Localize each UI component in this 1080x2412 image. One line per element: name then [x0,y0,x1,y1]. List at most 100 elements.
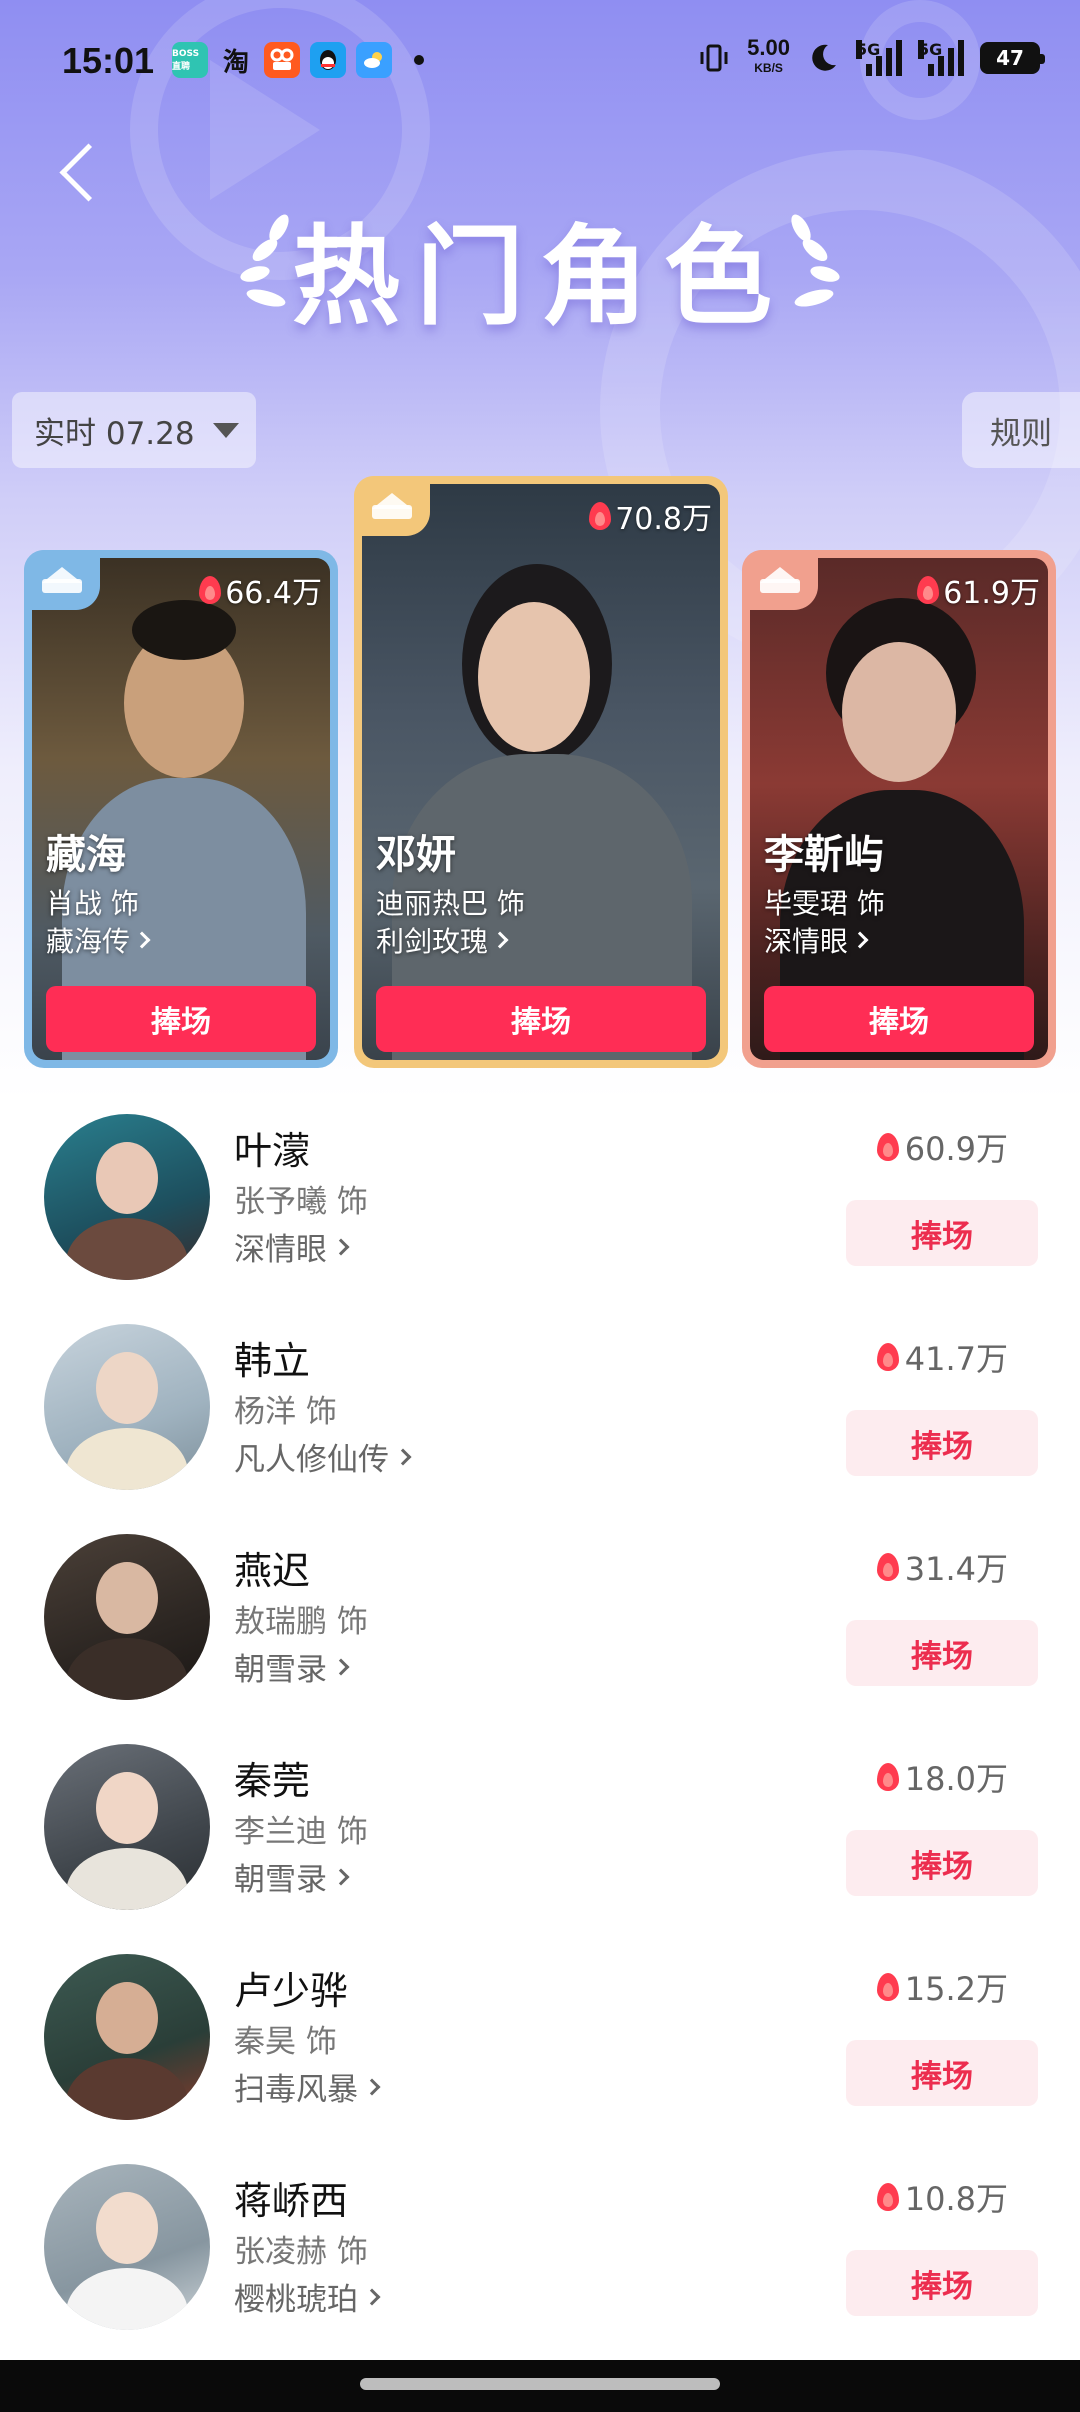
show-link[interactable]: 凡人修仙传 [234,1434,412,1479]
character-name: 燕迟 [234,1549,311,1593]
show-link[interactable]: 樱桃琥珀 [234,2274,381,2319]
character-photo [32,558,330,1060]
flame-icon [876,2183,899,2211]
show-link[interactable]: 朝雪录 [234,1644,350,1689]
heat-count: 15.2万 [876,1964,1008,2010]
chevron-right-icon [363,2288,381,2305]
character-name: 藏海 [46,832,126,878]
cheer-button[interactable]: 捧场 [846,1620,1038,1686]
character-name: 秦莞 [234,1759,311,1803]
list-item[interactable]: 蒋峤西 张凌赫 饰 樱桃琥珀 10.8万 捧场 [0,2150,1080,2360]
character-name: 蒋峤西 [234,2179,349,2223]
rank-crown-icon [742,550,818,610]
list-item[interactable]: 秦莞 李兰迪 饰 朝雪录 18.0万 捧场 [0,1730,1080,1940]
flame-icon [876,1763,899,1791]
chevron-right-icon [332,1868,350,1885]
notification-icons: BOSS直聘 淘 [172,42,424,78]
actor-name: 肖战 饰 [46,887,139,920]
heat-count: 18.0万 [876,1754,1008,1800]
actor-name: 李兰迪 饰 [234,1814,368,1850]
avatar [44,1744,210,1910]
flame-icon [917,576,940,604]
moon-icon [812,44,836,71]
gesture-nav-bar [0,2360,1080,2412]
system-status-icons: 5.00 KB/S 5G 5G 47 [697,35,1045,78]
caret-down-icon [212,422,239,438]
actor-name: 张凌赫 饰 [234,2234,368,2270]
heat-count: 60.9万 [876,1124,1008,1170]
battery-icon: 47 [980,42,1045,74]
kuaishou-icon [264,42,300,78]
rules-button[interactable]: 规则 [962,392,1080,468]
cheer-button[interactable]: 捧场 [46,986,316,1052]
rank-crown-icon [354,476,430,536]
status-time: 15:01 [62,40,155,81]
heat-count: 70.8万 [589,494,712,538]
list-item[interactable]: 韩立 杨洋 饰 凡人修仙传 41.7万 捧场 [0,1310,1080,1520]
chevron-right-icon [133,931,151,949]
avatar [44,1534,210,1700]
character-name: 卢少骅 [234,1969,349,2013]
chevron-right-icon [332,1238,350,1255]
heat-count: 41.7万 [876,1334,1008,1380]
character-photo [750,558,1048,1060]
page-title-wrap: 热门角色 [0,190,1080,346]
taobao-icon: 淘 [222,47,249,78]
character-name: 邓妍 [376,832,456,878]
heat-count: 10.8万 [876,2174,1008,2220]
cheer-button[interactable]: 捧场 [846,1200,1038,1266]
flame-icon [876,1973,899,2001]
character-name: 李靳屿 [764,832,884,878]
podium-card-rank-3[interactable]: 61.9万 李靳屿 毕雯珺 饰 深情眼 捧场 [742,550,1056,1068]
home-indicator[interactable] [360,2378,720,2390]
list-item[interactable]: 卢少骅 秦昊 饰 扫毒风暴 15.2万 捧场 [0,1940,1080,2150]
flame-icon [589,502,612,530]
avatar [44,1324,210,1490]
actor-name: 毕雯珺 饰 [764,887,885,920]
boss-zhipin-icon: BOSS直聘 [172,42,208,78]
rank-crown-icon [24,550,100,610]
show-link[interactable]: 深情眼 [234,1224,350,1269]
chevron-right-icon [851,931,869,949]
cheer-button[interactable]: 捧场 [846,1410,1038,1476]
heat-count: 61.9万 [917,568,1040,612]
chevron-right-icon [363,2078,381,2095]
show-link[interactable]: 扫毒风暴 [234,2064,381,2109]
show-link[interactable]: 深情眼 [764,920,869,960]
actor-name: 张予曦 饰 [234,1184,368,1220]
qq-icon [310,42,346,78]
network-speed: 5.00 KB/S [747,35,790,76]
character-name: 叶濛 [234,1129,311,1173]
character-name: 韩立 [234,1339,311,1383]
signal-icon: 5G [856,40,902,76]
show-link[interactable]: 藏海传 [46,920,151,960]
cheer-button[interactable]: 捧场 [846,2250,1038,2316]
flame-icon [876,1343,899,1371]
cheer-button[interactable]: 捧场 [376,986,706,1052]
avatar [44,1954,210,2120]
actor-name: 敖瑞鹏 饰 [234,1604,368,1640]
vibrate-icon [700,44,728,72]
avatar [44,1114,210,1280]
avatar [44,2164,210,2330]
list-item[interactable]: 叶濛 张予曦 饰 深情眼 60.9万 捧场 [0,1100,1080,1310]
actor-name: 迪丽热巴 饰 [376,887,525,920]
podium-card-rank-2[interactable]: 66.4万 藏海 肖战 饰 藏海传 捧场 [24,550,338,1068]
podium-card-rank-1[interactable]: 70.8万 邓妍 迪丽热巴 饰 利剑玫瑰 捧场 [354,476,728,1068]
actor-name: 秦昊 饰 [234,2024,337,2060]
date-filter-dropdown[interactable]: 实时 07.28 [12,392,256,468]
cheer-button[interactable]: 捧场 [846,1830,1038,1896]
signal-icon: 5G [918,40,964,76]
actor-name: 杨洋 饰 [234,1394,337,1430]
show-link[interactable]: 利剑玫瑰 [376,920,509,960]
cheer-button[interactable]: 捧场 [846,2040,1038,2106]
cheer-button[interactable]: 捧场 [764,986,1034,1052]
character-photo [362,484,720,1060]
more-notifications-dot [414,55,424,65]
list-item[interactable]: 燕迟 敖瑞鹏 饰 朝雪录 31.4万 捧场 [0,1520,1080,1730]
show-link[interactable]: 朝雪录 [234,1854,350,1899]
weather-icon [356,42,392,78]
chevron-right-icon [394,1448,412,1465]
flame-icon [876,1553,899,1581]
chevron-right-icon [332,1658,350,1675]
